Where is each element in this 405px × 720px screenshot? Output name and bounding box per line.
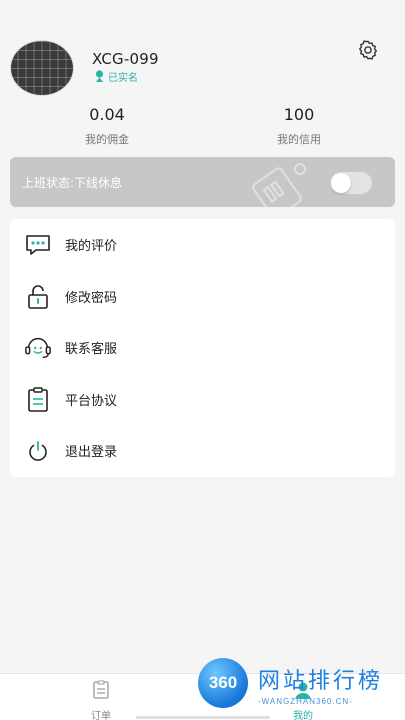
verified-user-icon bbox=[95, 70, 104, 82]
commission-label: 我的佣金 bbox=[85, 133, 129, 146]
watermark-logo-text: 360 bbox=[208, 673, 238, 692]
verified-label: 已实名 bbox=[108, 72, 138, 84]
avatar-keyboard-pattern bbox=[11, 41, 73, 95]
menu-item-platform-agreement[interactable]: 平台协议 bbox=[10, 374, 395, 425]
tab-orders[interactable]: 订单 bbox=[71, 680, 131, 720]
building-watermark-icon bbox=[252, 163, 306, 207]
credit-value: 100 bbox=[283, 105, 315, 124]
clipboard-list-icon bbox=[93, 680, 109, 699]
verified-badge: 已实名 bbox=[94, 69, 138, 84]
menu-item-label: 我的评价 bbox=[65, 239, 118, 254]
menu-item-logout[interactable]: 退出登录 bbox=[10, 425, 395, 476]
credit-label: 我的信用 bbox=[277, 133, 321, 146]
menu-item-reviews[interactable]: 我的评价 bbox=[10, 219, 395, 270]
menu-item-label: 修改密码 bbox=[65, 291, 118, 306]
lock-icon bbox=[24, 283, 52, 311]
work-status-label: 上班状态:下线休息 bbox=[22, 176, 123, 190]
menu-list: 我的评价 修改密码 联系客服 平台协议 退出登录 bbox=[10, 219, 395, 477]
menu-item-label: 联系客服 bbox=[65, 342, 118, 357]
commission-stat[interactable]: 0.04 我的佣金 bbox=[42, 104, 172, 147]
menu-item-label: 平台协议 bbox=[65, 394, 118, 409]
menu-item-contact-support[interactable]: 联系客服 bbox=[10, 322, 395, 373]
work-status-toggle[interactable] bbox=[330, 172, 372, 194]
clipboard-icon bbox=[24, 386, 52, 414]
avatar[interactable] bbox=[10, 40, 74, 96]
toggle-knob bbox=[331, 173, 351, 193]
menu-item-change-password[interactable]: 修改密码 bbox=[10, 271, 395, 322]
tab-orders-label: 订单 bbox=[91, 711, 111, 720]
watermark-title: 网站排行榜 bbox=[258, 669, 384, 694]
headset-icon bbox=[24, 334, 52, 362]
username: XCG-099 bbox=[92, 50, 159, 68]
commission-value: 0.04 bbox=[89, 105, 125, 124]
watermark-url: -WANGZHAN360.CN- bbox=[258, 697, 353, 706]
profile-header: XCG-099 已实名 0.04 我的佣金 100 我的信用 bbox=[0, 0, 405, 150]
site-watermark: 360 网站排行榜 -WANGZHAN360.CN- bbox=[196, 655, 405, 720]
menu-item-label: 退出登录 bbox=[65, 445, 118, 460]
gear-icon bbox=[358, 40, 378, 60]
credit-stat[interactable]: 100 我的信用 bbox=[234, 104, 364, 147]
watermark-logo: 360 bbox=[198, 658, 248, 708]
chat-bubble-icon bbox=[24, 231, 52, 259]
settings-button[interactable] bbox=[356, 38, 380, 62]
power-icon bbox=[24, 437, 52, 465]
